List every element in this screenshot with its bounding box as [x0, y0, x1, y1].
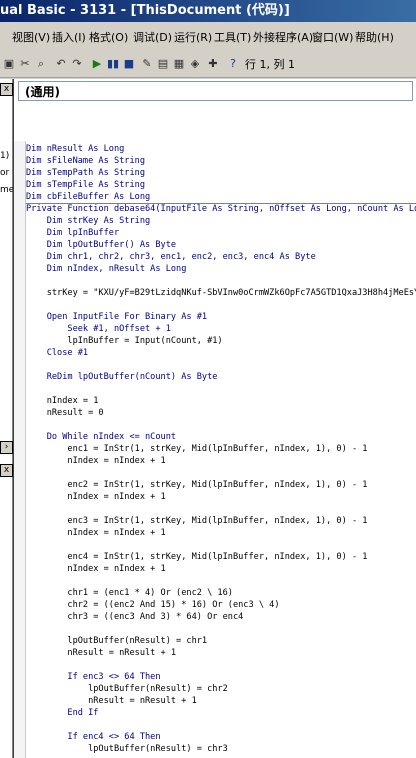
cursor-position: 行 1, 列 1: [245, 58, 295, 71]
code-line[interactable]: nResult = nResult + 1: [26, 695, 197, 707]
code-line[interactable]: nIndex = nIndex + 1: [26, 491, 165, 503]
object-browser-icon[interactable]: ◈: [188, 57, 202, 71]
close-icon[interactable]: x: [0, 464, 13, 477]
reset-icon[interactable]: ■: [122, 57, 136, 71]
menu-item[interactable]: 帮助(H): [355, 28, 394, 48]
menu-item[interactable]: 外接程序(A): [253, 28, 313, 48]
code-line[interactable]: ReDim lpOutBuffer(nCount) As Byte: [26, 371, 218, 383]
code-line[interactable]: lpOutBuffer(nResult) = chr3: [26, 743, 228, 755]
code-line[interactable]: Private Function debase64(InputFile As S…: [26, 203, 416, 215]
code-line[interactable]: nResult = nResult + 1: [26, 647, 176, 659]
code-line[interactable]: nIndex = 1: [26, 395, 99, 407]
code-line[interactable]: Dim nResult As Long: [26, 143, 124, 155]
code-window: (通用) Dim nResult As Long Dim sFileName As…: [13, 79, 416, 758]
code-line[interactable]: If enc4 <> 64 Then: [26, 731, 160, 743]
code-line[interactable]: chr1 = (enc1 * 4) Or (enc2 \ 16): [26, 587, 233, 599]
code-line[interactable]: enc3 = InStr(1, strKey, Mid(lpInBuffer, …: [26, 515, 367, 527]
code-line[interactable]: nIndex = nIndex + 1: [26, 563, 165, 575]
code-line[interactable]: Seek #1, nOffset + 1: [26, 323, 170, 335]
project-panel: x 1) or me › x: [0, 79, 14, 758]
design-mode-icon[interactable]: ✎: [140, 57, 154, 71]
run-icon[interactable]: ▶: [90, 57, 104, 71]
code-line[interactable]: lpOutBuffer(nResult) = chr2: [26, 683, 228, 695]
code-line[interactable]: lpOutBuffer(nResult) = chr1: [26, 635, 207, 647]
code-line[interactable]: chr3 = ((enc3 And 3) * 64) Or enc4: [26, 611, 243, 623]
code-line[interactable]: Dim sTempFile As String: [26, 179, 145, 191]
code-line[interactable]: Dim lpOutBuffer() As Byte: [26, 239, 176, 251]
code-line[interactable]: Dim lpInBuffer: [26, 227, 119, 239]
menu-item[interactable]: 运行(R): [174, 28, 212, 48]
cut-icon[interactable]: ✂: [18, 57, 32, 71]
menu-item[interactable]: 格式(O): [89, 28, 128, 48]
code-line[interactable]: nIndex = nIndex + 1: [26, 455, 165, 467]
object-combo[interactable]: (通用): [18, 81, 413, 101]
code-line[interactable]: Dim sFileName As String: [26, 155, 145, 167]
project-explorer-icon[interactable]: ▤: [156, 57, 170, 71]
code-line[interactable]: strKey = "KXU/yF=B29tLzidqNKuf-SbVInw0oC…: [26, 287, 416, 299]
menu-item[interactable]: 工具(T): [214, 28, 251, 48]
properties-icon[interactable]: ▦: [172, 57, 186, 71]
menu-item[interactable]: 插入(I): [52, 28, 86, 48]
code-line[interactable]: Dim cbFileBuffer As Long: [26, 191, 150, 203]
code-line[interactable]: chr2 = ((enc2 And 15) * 16) Or (enc3 \ 4…: [26, 599, 279, 611]
window-titlebar: ual Basic - 3131 - [ThisDocument (代码)]: [0, 0, 416, 22]
code-line[interactable]: Do While nIndex <= nCount: [26, 431, 176, 443]
undo-icon[interactable]: ↶: [54, 57, 68, 71]
code-line[interactable]: End If: [26, 707, 98, 719]
code-line[interactable]: If enc3 <> 64 Then: [26, 671, 160, 683]
code-line[interactable]: enc2 = InStr(1, strKey, Mid(lpInBuffer, …: [26, 479, 367, 491]
indicator-margin[interactable]: [14, 141, 26, 758]
code-line[interactable]: Open InputFile For Binary As #1: [26, 311, 207, 323]
scroll-right-icon[interactable]: ›: [0, 441, 13, 454]
break-icon[interactable]: ▮▮: [106, 57, 120, 71]
code-line[interactable]: lpInBuffer = Input(nCount, #1): [26, 335, 222, 347]
code-line[interactable]: Dim sTempPath As String: [26, 167, 145, 179]
code-line[interactable]: Close #1: [26, 347, 88, 359]
menu-item[interactable]: 视图(V): [12, 28, 50, 48]
menu-item[interactable]: 调试(D): [133, 28, 172, 48]
code-editor[interactable]: Dim nResult As Long Dim sFileName As Stri…: [26, 143, 416, 758]
panel-text: or: [0, 168, 10, 178]
code-line[interactable]: enc1 = InStr(1, strKey, Mid(lpInBuffer, …: [26, 443, 367, 455]
toolbox-icon[interactable]: ✚: [206, 57, 220, 71]
find-icon[interactable]: ⌕: [34, 57, 48, 71]
close-icon[interactable]: x: [0, 83, 13, 96]
window-title: ual Basic - 3131 - [ThisDocument (代码)]: [0, 3, 290, 18]
menu-bar: 视图(V) 插入(I) 格式(O) 调试(D) 运行(R) 工具(T) 外接程序(A) 窗口(…: [0, 28, 416, 48]
redo-icon[interactable]: ↷: [70, 57, 84, 71]
standard-toolbar: ▣ ✂ ⌕ ↶ ↷ ▶ ▮▮ ■ ✎ ▤ ▦ ◈ ✚ ? 行 1, 列 1: [0, 55, 416, 78]
code-line[interactable]: nResult = 0: [26, 407, 104, 419]
menu-item[interactable]: 窗口(W): [312, 28, 353, 48]
code-line[interactable]: nIndex = nIndex + 1: [26, 527, 165, 539]
help-icon[interactable]: ?: [226, 57, 240, 71]
code-line[interactable]: Dim chr1, chr2, chr3, enc1, enc2, enc3, …: [26, 251, 316, 263]
code-line[interactable]: enc4 = InStr(1, strKey, Mid(lpInBuffer, …: [26, 551, 367, 563]
save-icon[interactable]: ▣: [2, 57, 16, 71]
code-line[interactable]: Dim strKey As String: [26, 215, 151, 227]
code-line[interactable]: Dim nIndex, nResult As Long: [26, 263, 187, 275]
panel-text: 1): [0, 151, 10, 161]
